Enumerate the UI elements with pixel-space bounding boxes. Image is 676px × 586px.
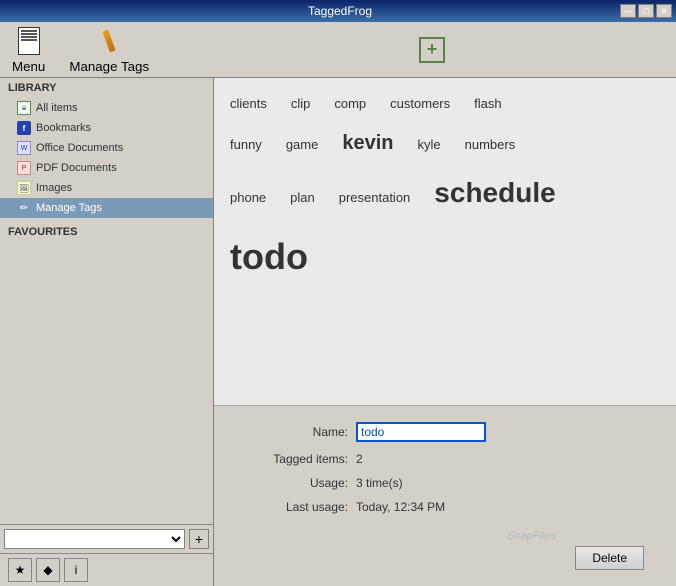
tag-comp[interactable]: comp — [334, 94, 366, 115]
manage-tags-button[interactable]: Manage Tags — [65, 21, 153, 78]
tag-customers[interactable]: customers — [390, 94, 450, 115]
last-usage-value: Today, 12:34 PM — [356, 500, 445, 514]
add-icon: + — [416, 34, 448, 66]
close-button[interactable]: ✕ — [656, 4, 672, 18]
sidebar-add-button[interactable]: + — [189, 529, 209, 549]
tag-clip[interactable]: clip — [291, 94, 311, 115]
tag-todo[interactable]: todo — [230, 228, 308, 286]
maximize-button[interactable]: □ — [638, 4, 654, 18]
window-controls[interactable]: — □ ✕ — [620, 4, 676, 18]
sidebar-item-manage-tags[interactable]: ✏ Manage Tags — [0, 198, 213, 218]
tag-schedule[interactable]: schedule — [434, 171, 555, 216]
sidebar-item-images[interactable]: 🖼 Images — [0, 178, 213, 198]
tag-numbers[interactable]: numbers — [465, 135, 516, 156]
tagged-items-row: Tagged items: 2 — [238, 452, 652, 466]
name-input[interactable] — [356, 422, 486, 442]
sidebar-item-all-items[interactable]: ≡ All items — [0, 98, 213, 118]
sidebar: LIBRARY ≡ All items f Bookmarks W Office… — [0, 78, 214, 586]
menu-label: Menu — [12, 59, 45, 74]
favourites-section: FAVOURITES — [0, 222, 213, 242]
title-bar: TaggedFrog — □ ✕ — [0, 0, 676, 22]
menu-button[interactable]: Menu — [8, 21, 49, 78]
tag-phone[interactable]: phone — [230, 188, 266, 209]
manage-tags-sidebar-icon: ✏ — [16, 200, 32, 216]
tag-clients[interactable]: clients — [230, 94, 267, 115]
toolbar: Menu Manage Tags + — [0, 22, 676, 78]
sidebar-dropdown[interactable] — [4, 529, 185, 549]
manage-tags-icon — [93, 25, 125, 57]
sidebar-item-office-documents[interactable]: W Office Documents — [0, 138, 213, 158]
window-title: TaggedFrog — [60, 4, 620, 18]
last-usage-label: Last usage: — [238, 500, 348, 514]
all-items-icon: ≡ — [16, 100, 32, 116]
tagged-items-value: 2 — [356, 452, 363, 466]
tag-funny[interactable]: funny — [230, 135, 262, 156]
library-label: LIBRARY — [0, 78, 213, 98]
delete-button[interactable]: Delete — [575, 546, 644, 570]
tag-button[interactable]: ◆ — [36, 558, 60, 582]
usage-value: 3 time(s) — [356, 476, 403, 490]
tag-cloud-inner: clients clip comp customers flash funny game ke… — [230, 94, 660, 289]
tag-kyle[interactable]: kyle — [418, 135, 441, 156]
sidebar-item-pdf-documents[interactable]: P PDF Documents — [0, 158, 213, 178]
name-label: Name: — [238, 425, 348, 439]
menu-icon — [13, 25, 45, 57]
info-button[interactable]: i — [64, 558, 88, 582]
main-content: LIBRARY ≡ All items f Bookmarks W Office… — [0, 78, 676, 586]
detail-panel: Name: Tagged items: 2 Usage: 3 time(s) L… — [214, 406, 676, 586]
star-button[interactable]: ★ — [8, 558, 32, 582]
name-row: Name: — [238, 422, 652, 442]
tag-game[interactable]: game — [286, 135, 319, 156]
tag-cloud: clients clip comp customers flash funny game ke… — [214, 78, 676, 406]
tag-flash[interactable]: flash — [474, 94, 501, 115]
tag-presentation[interactable]: presentation — [339, 188, 411, 209]
favourites-label: FAVOURITES — [0, 222, 213, 242]
tag-kevin[interactable]: kevin — [342, 127, 393, 159]
tagged-items-label: Tagged items: — [238, 452, 348, 466]
watermark: SnapFiles — [507, 530, 556, 542]
sidebar-bottom: + — [0, 524, 213, 553]
last-usage-row: Last usage: Today, 12:34 PM — [238, 500, 652, 514]
office-icon: W — [16, 140, 32, 156]
add-button[interactable]: + — [412, 30, 452, 70]
sidebar-actions: ★ ◆ i — [0, 553, 213, 586]
usage-row: Usage: 3 time(s) — [238, 476, 652, 490]
sidebar-item-bookmarks[interactable]: f Bookmarks — [0, 118, 213, 138]
images-icon: 🖼 — [16, 180, 32, 196]
manage-tags-label: Manage Tags — [69, 59, 149, 74]
bookmarks-icon: f — [16, 120, 32, 136]
usage-label: Usage: — [238, 476, 348, 490]
pdf-icon: P — [16, 160, 32, 176]
minimize-button[interactable]: — — [620, 4, 636, 18]
tag-plan[interactable]: plan — [290, 188, 315, 209]
right-panel: clients clip comp customers flash funny game ke… — [214, 78, 676, 586]
